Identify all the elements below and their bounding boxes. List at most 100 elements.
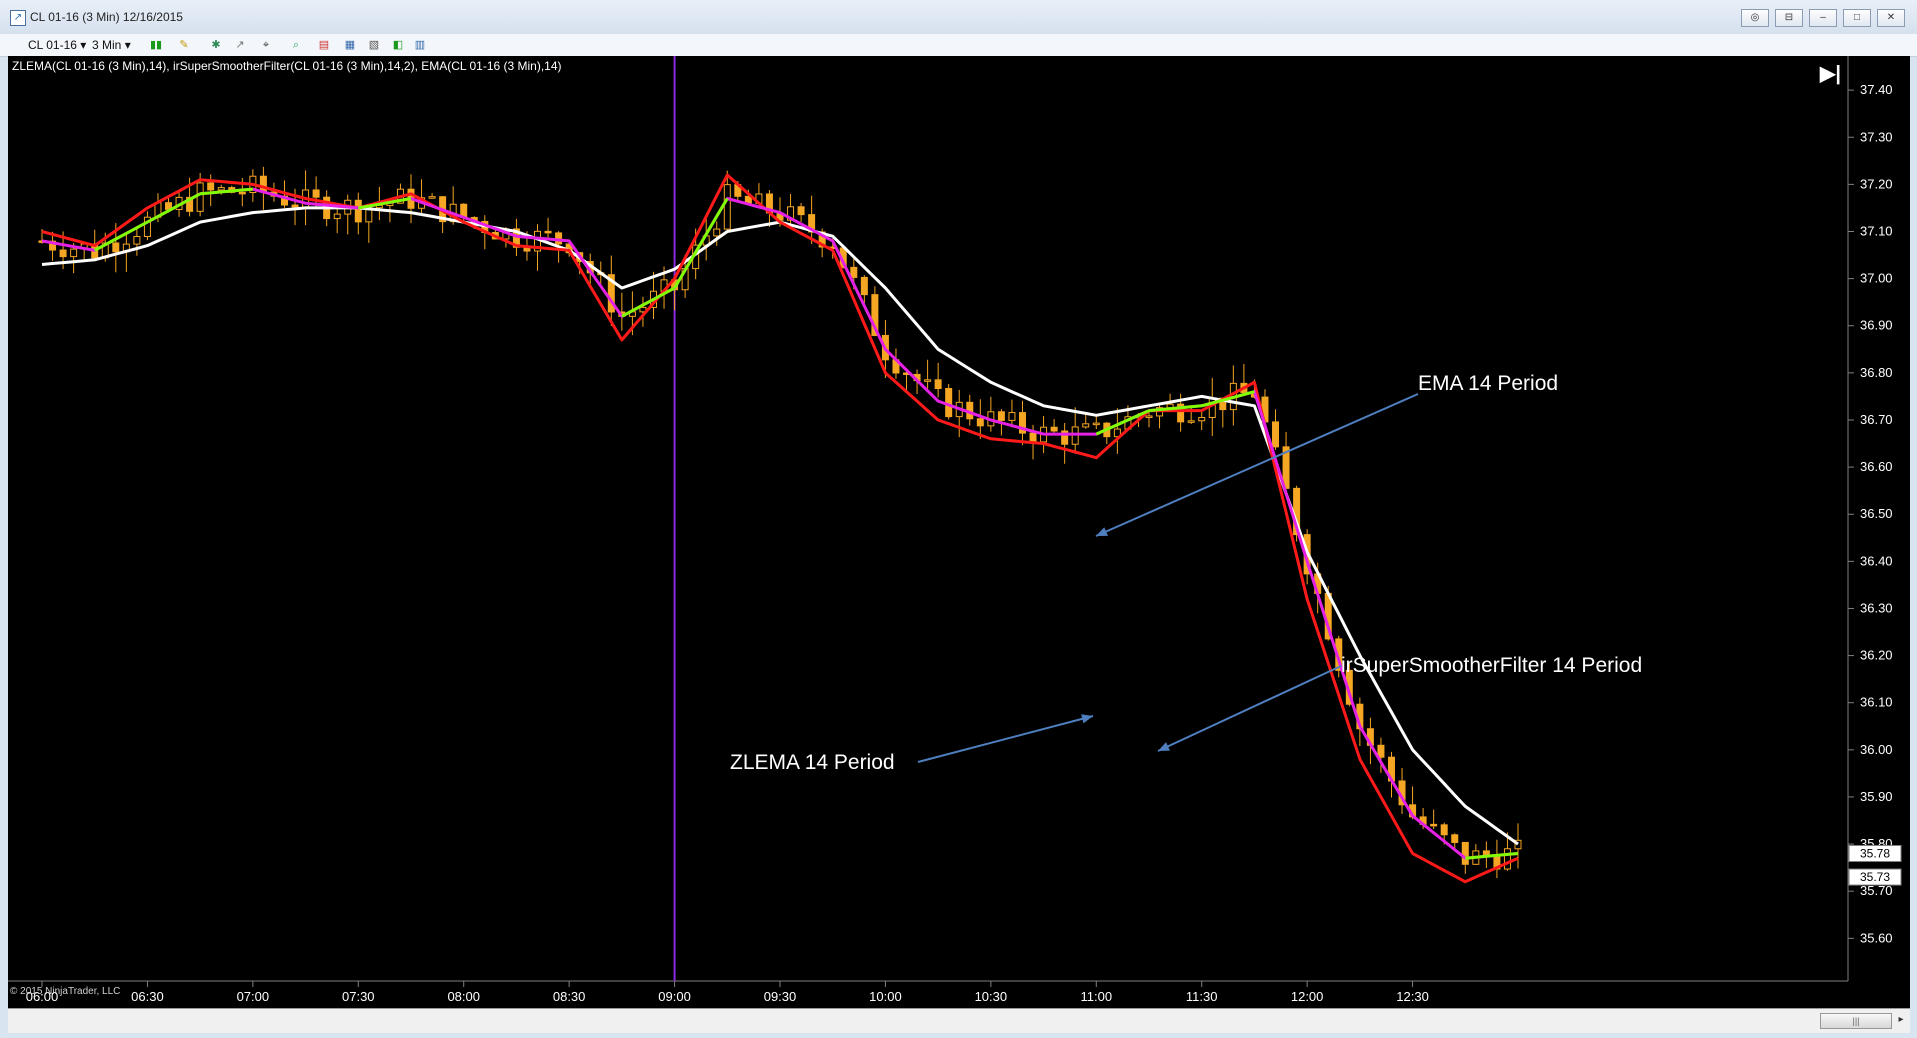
scrollbar-thumb[interactable]: ||| bbox=[1820, 1013, 1892, 1029]
link-window-button[interactable]: ◎ bbox=[1741, 9, 1769, 27]
candle-body bbox=[70, 248, 78, 258]
chart-panel[interactable]: 37.40 37.30 37.20 37.10 37.00 36.90 36.80 36.70… bbox=[8, 56, 1910, 1008]
candle-body bbox=[934, 379, 942, 390]
candle-body bbox=[354, 199, 362, 223]
go-to-end-icon[interactable]: ▶| bbox=[1819, 63, 1841, 85]
x-tick-label: 08:30 bbox=[553, 989, 586, 1004]
crosshair-icon[interactable]: ⌖ bbox=[258, 37, 274, 53]
candle-body bbox=[850, 266, 858, 278]
candle-body bbox=[112, 242, 120, 253]
candle-body bbox=[1503, 848, 1511, 870]
y-tick-label: 36.10 bbox=[1860, 695, 1893, 710]
window-titlebar: ↗ CL 01-16 (3 Min) 12/16/2015 ◎ ⊟ – □ ✕ bbox=[0, 0, 1917, 35]
x-tick-label: 10:30 bbox=[975, 989, 1008, 1004]
x-tick-label: 11:30 bbox=[1186, 989, 1218, 1004]
candle-body bbox=[59, 249, 67, 258]
y-tick-label: 36.50 bbox=[1860, 506, 1893, 521]
copyright-label: © 2015 NinjaTrader, LLC bbox=[10, 986, 120, 997]
candle-body bbox=[924, 379, 932, 382]
super-annotation-arrow bbox=[1157, 665, 1342, 752]
y-tick-label: 37.20 bbox=[1860, 176, 1893, 191]
candle-body bbox=[428, 196, 436, 199]
candle-body bbox=[312, 189, 320, 198]
price-badge-label: 35.73 bbox=[1860, 870, 1890, 884]
y-tick-label: 36.80 bbox=[1860, 365, 1893, 380]
x-tick-label: 08:00 bbox=[447, 989, 480, 1004]
indicators-icon[interactable]: ▦ bbox=[342, 37, 358, 53]
x-tick-label: 12:30 bbox=[1396, 989, 1429, 1004]
price-chart[interactable]: 37.40 37.30 37.20 37.10 37.00 36.90 36.80 36.70… bbox=[8, 56, 1910, 1008]
candle-body bbox=[259, 175, 267, 193]
x-tick-label: 06:30 bbox=[131, 989, 164, 1004]
y-tick-label: 36.20 bbox=[1860, 648, 1893, 663]
y-tick-label: 37.10 bbox=[1860, 223, 1893, 238]
candle-body bbox=[196, 182, 204, 212]
templates-icon[interactable]: ▥ bbox=[412, 37, 428, 53]
candle-body bbox=[333, 213, 341, 220]
properties-icon[interactable]: ◧ bbox=[390, 37, 406, 53]
candle-body bbox=[1377, 744, 1385, 758]
strategy-icon[interactable]: ▧ bbox=[366, 37, 382, 53]
indicator-lines-layer bbox=[41, 173, 1519, 884]
x-tick-label: 09:30 bbox=[764, 989, 797, 1004]
x-tick-label: 12:00 bbox=[1291, 989, 1324, 1004]
tile-window-button[interactable]: ⊟ bbox=[1775, 9, 1803, 27]
candle-body bbox=[217, 187, 225, 191]
y-tick-label: 37.40 bbox=[1860, 82, 1893, 97]
y-tick-label: 35.60 bbox=[1860, 930, 1893, 945]
chart-toolbar: CL 01-16 ▾ 3 Min ▾ ▮▮ ✎ ✱ ↗ ⌖ ⌕ ▤ ▦ ▧ ◧ … bbox=[0, 34, 1917, 57]
window-title: CL 01-16 (3 Min) 12/16/2015 bbox=[30, 10, 183, 24]
close-button[interactable]: ✕ bbox=[1877, 9, 1905, 27]
candle-body bbox=[1461, 841, 1469, 865]
super-rising-segment bbox=[621, 286, 676, 318]
chevron-down-icon: ▾ bbox=[124, 38, 131, 52]
chart-window-icon: ↗ bbox=[10, 10, 26, 26]
y-tick-label: 36.60 bbox=[1860, 459, 1893, 474]
zlema-annotation-label: ZLEMA 14 Period bbox=[730, 751, 895, 774]
pointer-icon[interactable]: ↗ bbox=[232, 37, 248, 53]
candle-body bbox=[713, 228, 721, 237]
candle-body bbox=[797, 206, 805, 216]
candle-body bbox=[1029, 432, 1037, 443]
candle-body bbox=[238, 191, 246, 195]
candle-body bbox=[1082, 423, 1090, 428]
candle-body bbox=[1440, 824, 1448, 836]
data-box-icon[interactable]: ▤ bbox=[316, 37, 332, 53]
candle-body bbox=[1187, 420, 1195, 423]
scroll-right-icon[interactable]: ▸ bbox=[1894, 1013, 1908, 1027]
candle-body bbox=[723, 184, 731, 230]
candle-body bbox=[1451, 834, 1459, 843]
candle-body bbox=[1272, 421, 1280, 448]
super-annotation-label: irSuperSmootherFilter 14 Period bbox=[1341, 654, 1642, 677]
candle-body bbox=[1145, 415, 1153, 418]
x-tick-label: 09:00 bbox=[658, 989, 691, 1004]
annotations-layer: EMA 14 Period irSuperSmootherFilter 14 Pe… bbox=[730, 372, 1642, 774]
maximize-button[interactable]: □ bbox=[1843, 9, 1871, 27]
candle-body bbox=[1008, 412, 1016, 421]
candle-body bbox=[1430, 823, 1438, 827]
zoom-icon[interactable]: ⌕ bbox=[288, 37, 304, 53]
indicator-label: ZLEMA(CL 01-16 (3 Min),14), irSuperSmoot… bbox=[12, 59, 562, 73]
horizontal-scrollbar[interactable]: ||| ▸ bbox=[8, 1008, 1910, 1033]
chevron-down-icon: ▾ bbox=[80, 38, 87, 52]
drawing-tool-icon[interactable]: ✎ bbox=[176, 37, 192, 53]
instrument-selector[interactable]: CL 01-16 ▾ bbox=[28, 37, 86, 53]
minimize-button[interactable]: – bbox=[1809, 9, 1837, 27]
x-tick-label: 10:00 bbox=[869, 989, 902, 1004]
candle-body bbox=[997, 411, 1005, 421]
ema-annotation-label: EMA 14 Period bbox=[1418, 372, 1558, 395]
marker-icon[interactable]: ✱ bbox=[208, 37, 224, 53]
x-tick-label: 07:30 bbox=[342, 989, 375, 1004]
window-controls: ◎ ⊟ – □ ✕ bbox=[1741, 9, 1905, 27]
y-tick-label: 36.70 bbox=[1860, 412, 1893, 427]
y-tick-label: 36.30 bbox=[1860, 600, 1893, 615]
candle-body bbox=[860, 276, 868, 296]
y-tick-label: 36.90 bbox=[1860, 318, 1893, 333]
bar-type-icon[interactable]: ▮▮ bbox=[148, 37, 164, 53]
instrument-label: CL 01-16 bbox=[28, 38, 77, 52]
interval-selector[interactable]: 3 Min ▾ bbox=[92, 37, 131, 53]
candle-body bbox=[291, 204, 299, 208]
interval-label: 3 Min bbox=[92, 38, 122, 52]
y-tick-label: 37.00 bbox=[1860, 271, 1893, 286]
y-tick-label: 36.00 bbox=[1860, 742, 1893, 757]
